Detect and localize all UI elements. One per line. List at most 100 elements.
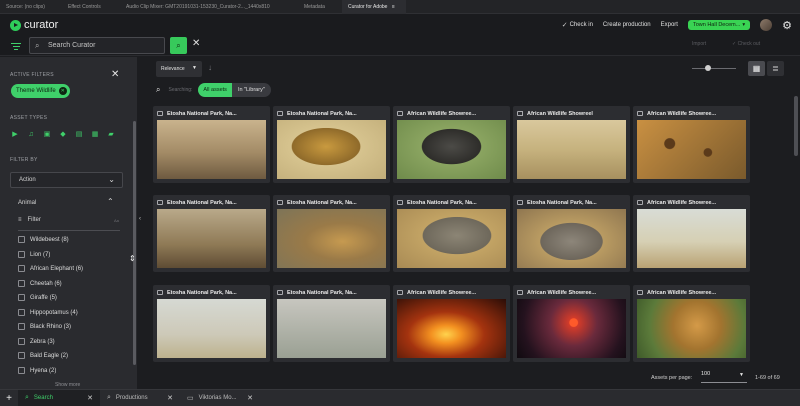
asset-card[interactable]: African Wildlife Showreel	[513, 106, 630, 183]
action-filter-dropdown[interactable]: Action ⌄	[10, 172, 123, 188]
thumbnail-size-slider[interactable]	[692, 68, 736, 69]
user-avatar[interactable]	[760, 19, 773, 31]
import-button[interactable]: Import	[692, 41, 706, 47]
animal-option[interactable]: Cheetah (6)	[18, 280, 62, 287]
image-type-icon	[397, 290, 403, 295]
animal-option[interactable]: Lion (7)	[18, 251, 50, 258]
chevron-up-icon[interactable]: ⌃	[107, 197, 114, 206]
workspace-dropdown[interactable]: Town Hall Decem... ▾	[687, 20, 751, 30]
folder-icon: ▭	[187, 395, 194, 402]
animal-option[interactable]: Wildebeest (8)	[18, 236, 69, 243]
close-tab-icon[interactable]: ✕	[247, 394, 253, 402]
search-input[interactable]: ⌕ Search Curator	[29, 37, 165, 54]
asset-card[interactable]: African Wildlife Showree...	[393, 106, 510, 183]
asset-title: African Wildlife Showree...	[647, 110, 717, 117]
thumbnail-size-slider-handle[interactable]	[705, 65, 711, 71]
checkbox[interactable]	[18, 309, 25, 316]
remove-filter-icon[interactable]: ✕	[58, 87, 67, 95]
image-icon[interactable]: ▣	[43, 131, 51, 139]
asset-card[interactable]: Etosha National Park, Na...	[273, 106, 390, 183]
grid-view-icon[interactable]: ▦	[748, 61, 765, 76]
image-type-icon	[397, 111, 403, 116]
tab-productions[interactable]: ⌕ Productions ✕	[100, 390, 180, 406]
asset-thumbnail	[277, 209, 386, 268]
animal-option[interactable]: Zebra (3)	[18, 338, 55, 345]
create-production-button[interactable]: Create production	[603, 22, 651, 28]
animal-option[interactable]: Hippopotamus (4)	[18, 309, 78, 316]
asset-card[interactable]: Etosha National Park, Na...	[153, 106, 270, 183]
scope-library-button[interactable]: In "Library"	[231, 83, 271, 97]
asset-card[interactable]: African Wildlife Showree...	[633, 195, 750, 272]
active-filter-chip[interactable]: Theme Wildlife ✕	[11, 84, 70, 98]
animal-option-label: Hippopotamus (4)	[30, 309, 78, 316]
host-tab-menu-icon[interactable]: ≡	[392, 4, 395, 10]
asset-card[interactable]: African Wildlife Showree...	[393, 285, 510, 362]
check-out-button[interactable]: ✓ Check out	[732, 41, 760, 47]
filter-toggle-icon[interactable]	[11, 41, 21, 50]
asset-card[interactable]: Etosha National Park, Na...	[153, 195, 270, 272]
animal-option[interactable]: Hyena (2)	[18, 367, 56, 374]
asset-card[interactable]: Etosha National Park, Na...	[273, 195, 390, 272]
checkbox[interactable]	[18, 280, 25, 287]
assets-per-page-select[interactable]: 100 ▼	[701, 371, 747, 383]
host-tab-metadata[interactable]: Metadata	[298, 0, 342, 14]
clear-search-icon[interactable]: ✕	[192, 38, 200, 49]
asset-card[interactable]: Etosha National Park, Na...	[153, 285, 270, 362]
image-type-icon	[517, 200, 523, 205]
host-tab-audio-mixer[interactable]: Audio Clip Mixer: GMT20191031-153230_Cur…	[120, 0, 298, 14]
sort-dropdown[interactable]: Relevance ▼	[156, 61, 202, 77]
asset-thumbnail	[397, 209, 506, 268]
check-in-button[interactable]: ✓ Check in	[562, 21, 593, 29]
film-icon[interactable]: ▤	[75, 131, 83, 139]
checkbox[interactable]	[18, 265, 25, 272]
checkbox[interactable]	[18, 251, 25, 258]
animal-option[interactable]: African Elephant (6)	[18, 265, 83, 272]
asset-card[interactable]: Etosha National Park, Na...	[393, 195, 510, 272]
list-view-icon[interactable]: ≣	[767, 61, 784, 76]
close-filters-icon[interactable]: ✕	[111, 69, 119, 80]
scope-all-assets-button[interactable]: All assets	[198, 83, 232, 97]
folder-icon[interactable]: ▰	[107, 131, 115, 139]
asset-card[interactable]: Etosha National Park, Na...	[273, 285, 390, 362]
sequence-icon[interactable]: ▦	[91, 131, 99, 139]
video-icon[interactable]: ▶	[11, 131, 19, 139]
add-tab-icon[interactable]: +	[0, 393, 18, 404]
animal-option-label: African Elephant (6)	[30, 265, 84, 272]
animal-filter-header[interactable]: Animal	[18, 200, 36, 206]
animal-option[interactable]: Giraffe (5)	[18, 294, 57, 301]
asset-card[interactable]: African Wildlife Showree...	[513, 285, 630, 362]
tab-search[interactable]: ⌕ Search ✕	[18, 389, 100, 406]
export-button[interactable]: Export	[661, 22, 678, 28]
checkbox[interactable]	[18, 367, 25, 374]
gear-icon[interactable]: ⚙	[782, 19, 792, 32]
asset-card[interactable]: Etosha National Park, Na...	[513, 195, 630, 272]
checkbox[interactable]	[18, 338, 25, 345]
asset-card[interactable]: African Wildlife Showree...	[633, 285, 750, 362]
close-tab-icon[interactable]: ✕	[87, 394, 93, 402]
close-tab-icon[interactable]: ✕	[167, 394, 173, 402]
results-scrollbar[interactable]	[794, 96, 798, 156]
host-tab-curator[interactable]: Curator for Adobe ≡	[342, 0, 406, 14]
search-submit-button[interactable]: ⌕	[170, 37, 187, 54]
bookmark-icon[interactable]: ◆	[59, 131, 67, 139]
asset-title: African Wildlife Showree...	[407, 110, 477, 117]
checkbox[interactable]	[18, 294, 25, 301]
animal-option[interactable]: Black Rhino (3)	[18, 323, 71, 330]
checkbox[interactable]	[18, 236, 25, 243]
checkbox[interactable]	[18, 323, 25, 330]
sort-direction-icon[interactable]: ↓	[208, 63, 212, 72]
animal-option[interactable]: Bald Eagle (2)	[18, 352, 68, 359]
host-tab-source[interactable]: Source: (no clips)	[0, 0, 62, 14]
host-tab-effect-controls[interactable]: Effect Controls	[62, 0, 120, 14]
workspace-label: Town Hall Decem...	[692, 22, 741, 28]
collapse-panel-icon[interactable]: ‹	[139, 216, 141, 222]
audio-icon[interactable]: ♫	[27, 131, 35, 139]
checkbox[interactable]	[18, 352, 25, 359]
tab-viktorias-mo[interactable]: ▭ Viktorias Mo... ✕	[180, 390, 260, 406]
match-case-toggle[interactable]: Aa	[114, 218, 119, 223]
asset-title: African Wildlife Showree...	[407, 289, 477, 296]
animal-filter-search[interactable]: ≡ Filter Aa	[18, 217, 120, 231]
filters-scrollbar[interactable]	[133, 121, 136, 365]
show-more-link[interactable]: Show more	[55, 382, 80, 388]
asset-card[interactable]: African Wildlife Showree...	[633, 106, 750, 183]
